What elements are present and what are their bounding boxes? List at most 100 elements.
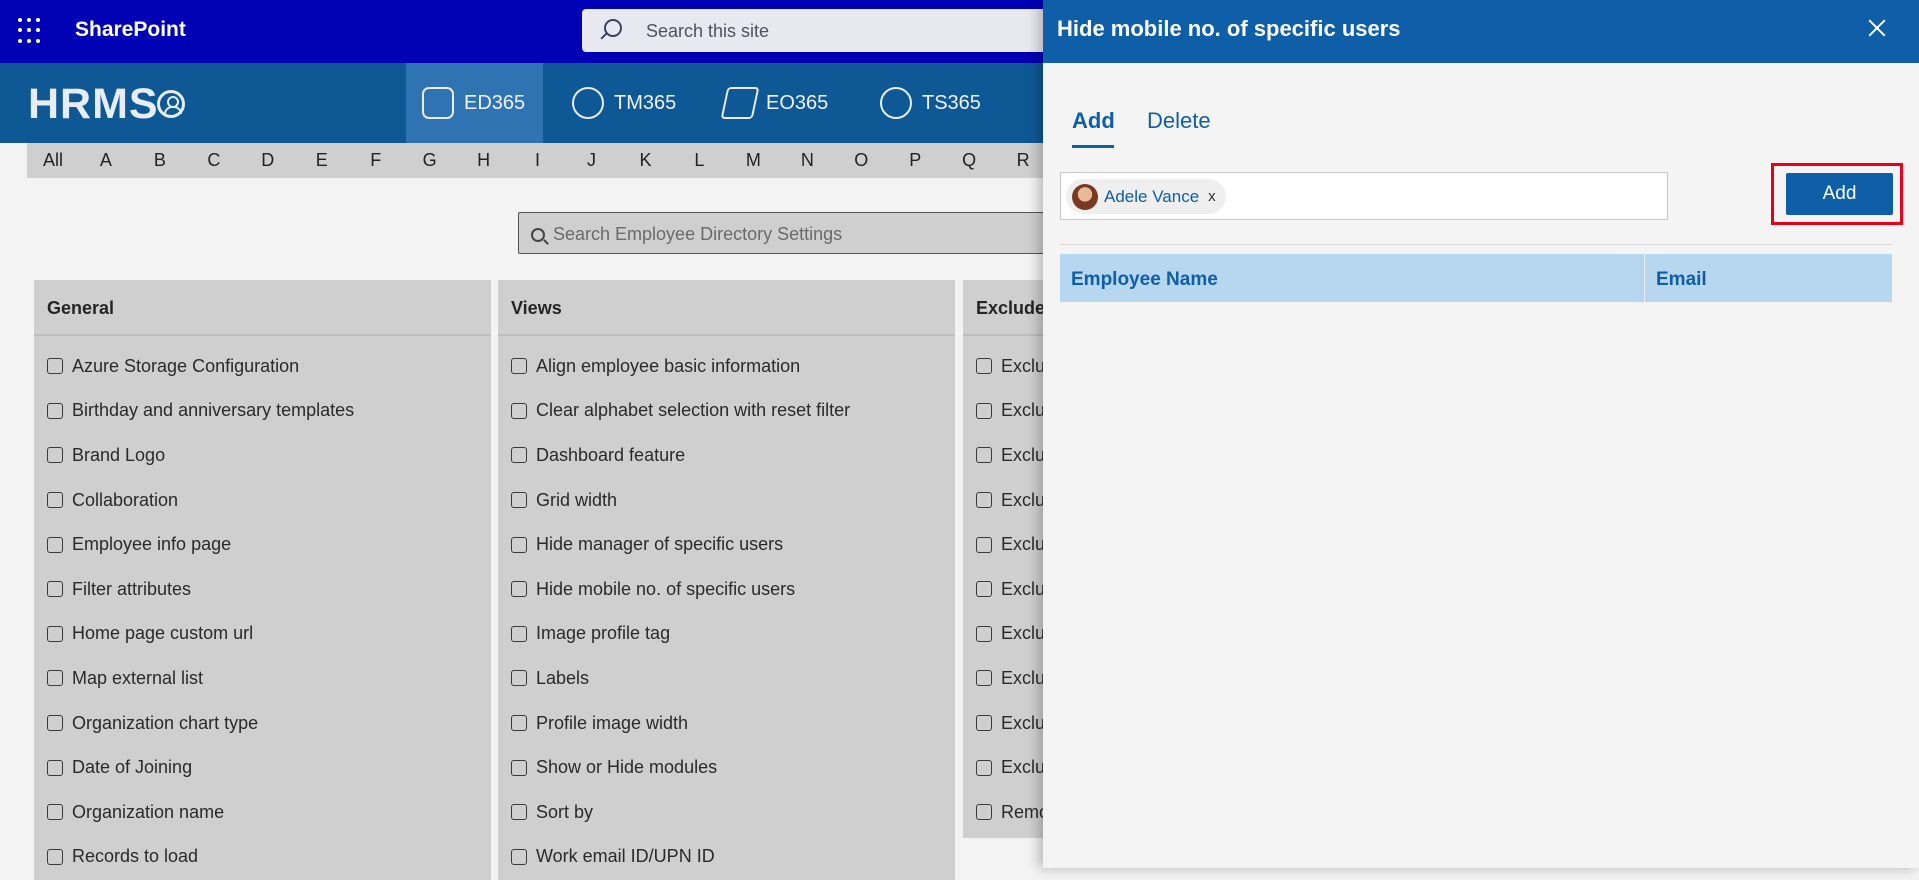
settings-item-label: Sort by (536, 801, 594, 822)
settings-item[interactable]: Exclu (963, 344, 1053, 389)
nav-tab-ed365[interactable]: ED365 (406, 63, 543, 143)
nav-tab-tm365[interactable]: TM365 (572, 63, 676, 143)
settings-item[interactable]: Show or Hide modules (498, 745, 955, 790)
users-table-header: Employee Name Email (1060, 254, 1892, 302)
settings-item-label: Profile image width (536, 712, 689, 733)
setting-icon (976, 759, 992, 776)
alphabet-letter[interactable]: K (618, 150, 672, 171)
settings-item-label: Records to load (72, 846, 199, 867)
people-picker[interactable]: Adele Vance x (1060, 172, 1668, 220)
settings-item[interactable]: Exclu (963, 478, 1053, 523)
settings-item[interactable]: Collaboration (34, 478, 491, 523)
settings-item[interactable]: Exclu (963, 656, 1053, 701)
alphabet-letter[interactable]: O (834, 150, 888, 171)
alphabet-letter[interactable]: All (27, 150, 79, 171)
settings-item[interactable]: Azure Storage Configuration (34, 344, 491, 389)
settings-item-label: Date of Joining (72, 757, 193, 778)
settings-item-label: Exclu (1001, 712, 1046, 733)
settings-item[interactable]: Work email ID/UPN ID (498, 835, 955, 880)
settings-item[interactable]: Records to load (34, 835, 491, 880)
settings-item-label: Dashboard feature (536, 444, 686, 465)
selected-user-chip[interactable]: Adele Vance x (1066, 179, 1226, 214)
alphabet-letter[interactable]: C (187, 150, 241, 171)
directory-settings-search[interactable]: Search Employee Directory Settings (518, 212, 1058, 254)
settings-item[interactable]: Remo (963, 790, 1053, 835)
settings-item-label: Filter attributes (72, 578, 192, 599)
settings-item[interactable]: Exclu (963, 567, 1053, 612)
settings-item[interactable]: Home page custom url (34, 612, 491, 657)
search-icon (531, 228, 545, 242)
alphabet-letter[interactable]: I (511, 150, 565, 171)
settings-item-label: Hide mobile no. of specific users (536, 578, 796, 599)
nav-tab-eo365[interactable]: EO365 (720, 63, 828, 143)
settings-item[interactable]: Image profile tag (498, 612, 955, 657)
tab-add[interactable]: Add (1072, 108, 1115, 134)
alphabet-letter[interactable]: D (241, 150, 295, 171)
settings-item[interactable]: Profile image width (498, 701, 955, 746)
settings-item[interactable]: Exclu (963, 745, 1053, 790)
setting-icon (511, 358, 527, 375)
settings-item[interactable]: Map external list (34, 656, 491, 701)
settings-item[interactable]: Dashboard feature (498, 433, 955, 478)
alphabet-letter[interactable]: Q (942, 150, 996, 171)
settings-item[interactable]: Birthday and anniversary templates (34, 389, 491, 434)
setting-icon (976, 715, 992, 732)
alphabet-letter[interactable]: N (780, 150, 834, 171)
settings-item-label: Grid width (536, 489, 618, 510)
settings-item[interactable]: Brand Logo (34, 433, 491, 478)
alphabet-letter[interactable]: A (79, 150, 133, 171)
nav-tab-ts365[interactable]: TS365 (880, 63, 981, 143)
settings-item[interactable]: Exclu (963, 612, 1053, 657)
settings-item[interactable]: Clear alphabet selection with reset filt… (498, 389, 955, 434)
settings-item[interactable]: Labels (498, 656, 955, 701)
close-icon[interactable] (1865, 16, 1889, 40)
settings-item-label: Exclu (1001, 623, 1046, 644)
settings-item[interactable]: Filter attributes (34, 567, 491, 612)
alphabet-letter[interactable]: P (888, 150, 942, 171)
site-search-placeholder: Search this site (646, 21, 770, 41)
app-launcher-icon[interactable] (18, 18, 44, 44)
settings-item-label: Clear alphabet selection with reset filt… (536, 400, 851, 421)
card-general: General Azure Storage Configuration Birth… (34, 280, 491, 880)
setting-icon (47, 759, 63, 776)
settings-item[interactable]: Exclu (963, 433, 1053, 478)
settings-item-label: Exclu (1001, 489, 1046, 510)
alphabet-letter[interactable]: J (565, 150, 619, 171)
alphabet-letter[interactable]: L (672, 150, 726, 171)
active-tab-indicator (1072, 145, 1114, 148)
settings-item-label: Remo (1001, 801, 1050, 822)
settings-item[interactable]: Align employee basic information (498, 344, 955, 389)
settings-item[interactable]: Sort by (498, 790, 955, 835)
settings-item[interactable]: Organization chart type (34, 701, 491, 746)
site-search-box[interactable]: Search this site (582, 9, 1062, 52)
add-button[interactable]: Add (1786, 173, 1893, 215)
column-employee-name: Employee Name (1060, 254, 1645, 302)
settings-item[interactable]: Hide mobile no. of specific users (498, 567, 955, 612)
alphabet-letter[interactable]: G (403, 150, 457, 171)
settings-item-label: Show or Hide modules (536, 757, 718, 778)
alphabet-letter[interactable]: B (133, 150, 187, 171)
settings-item[interactable]: Hide manager of specific users (498, 522, 955, 567)
alphabet-letter[interactable]: H (457, 150, 511, 171)
settings-item[interactable]: Exclu (963, 701, 1053, 746)
remove-user-button[interactable]: x (1208, 188, 1216, 205)
settings-item[interactable]: Grid width (498, 478, 955, 523)
alphabet-letter[interactable]: M (726, 150, 780, 171)
avatar (1072, 184, 1098, 210)
card-title: Exclude (963, 280, 1053, 336)
settings-item[interactable]: Exclu (963, 522, 1053, 567)
alphabet-letter[interactable]: F (349, 150, 403, 171)
setting-icon (511, 804, 527, 821)
setting-icon (47, 402, 63, 419)
setting-icon (976, 358, 992, 375)
settings-item[interactable]: Employee info page (34, 522, 491, 567)
settings-item-label: Exclu (1001, 534, 1046, 555)
settings-item[interactable]: Date of Joining (34, 745, 491, 790)
search-icon (604, 19, 622, 37)
alphabet-letter[interactable]: E (295, 150, 349, 171)
settings-item[interactable]: Organization name (34, 790, 491, 835)
tab-delete[interactable]: Delete (1147, 108, 1211, 134)
card-title: General (34, 280, 491, 336)
settings-item[interactable]: Exclu (963, 389, 1053, 434)
sharepoint-title[interactable]: SharePoint (75, 18, 186, 42)
